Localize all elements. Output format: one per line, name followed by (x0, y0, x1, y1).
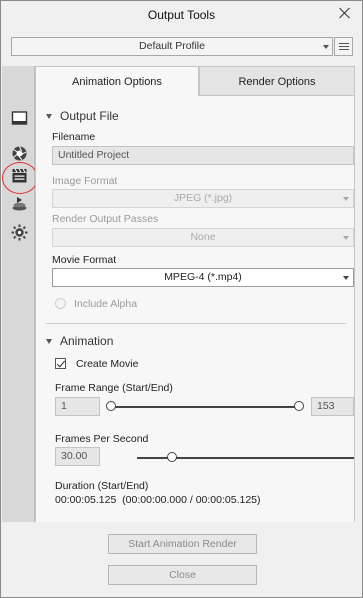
render-passes-label: Render Output Passes (52, 213, 159, 225)
chevron-down-icon (343, 276, 349, 280)
highlight-annotation (2, 162, 38, 194)
section-animation[interactable]: Animation (46, 334, 113, 348)
fps-label: Frames Per Second (55, 433, 149, 445)
hamburger-line (339, 49, 349, 50)
section-animation-title: Animation (60, 334, 114, 348)
frame-start-slider-thumb[interactable] (106, 401, 116, 411)
frame-range-slider-track[interactable] (112, 406, 298, 408)
fps-field[interactable]: 30.00 (55, 447, 100, 466)
image-format-select[interactable]: JPEG (*.jpg) (52, 189, 354, 208)
movie-format-select[interactable]: MPEG-4 (*.mp4) (52, 268, 354, 287)
include-alpha-label: Include Alpha (74, 298, 138, 310)
close-button[interactable]: Close (108, 565, 257, 585)
tab-animation-options[interactable]: Animation Options (35, 66, 199, 96)
tab-bar: Animation Options Render Options (35, 66, 355, 96)
include-alpha-checkbox[interactable] (55, 298, 66, 309)
create-movie-label: Create Movie (76, 358, 139, 370)
output-tools-window: Output Tools Default Profile Animation O… (0, 0, 363, 598)
animation-options-panel: Output File Filename Untitled Project Im… (35, 96, 355, 522)
sidebar (2, 66, 38, 522)
monitor-icon[interactable] (11, 110, 28, 127)
image-format-value: JPEG (*.jpg) (173, 192, 233, 204)
chevron-down-icon (343, 197, 349, 201)
chevron-down-icon (323, 45, 329, 49)
section-output-file-title: Output File (60, 109, 119, 123)
filename-label: Filename (52, 131, 96, 143)
profile-selected-value: Default Profile (139, 40, 205, 52)
section-divider (46, 323, 346, 324)
close-icon[interactable] (337, 5, 353, 21)
hamburger-icon (339, 43, 349, 44)
create-movie-checkbox[interactable] (55, 358, 66, 369)
title-bar: Output Tools (1, 1, 362, 27)
sun-gear-icon[interactable] (11, 224, 28, 241)
image-format-label: Image Format (52, 175, 118, 187)
render-passes-select[interactable]: None (52, 228, 354, 247)
frame-start-field[interactable]: 1 (55, 397, 100, 416)
profile-menu-button[interactable] (334, 37, 353, 56)
movie-format-label: Movie Format (52, 254, 117, 266)
render-stack-icon[interactable] (11, 195, 28, 212)
chevron-down-icon (343, 236, 349, 240)
duration-value: 00:00:05.125 (00:00:00.000 / 00:00:05.12… (55, 494, 261, 506)
frame-end-field[interactable]: 153 (311, 397, 354, 416)
profile-dropdown[interactable]: Default Profile (11, 37, 333, 56)
frame-end-slider-thumb[interactable] (294, 401, 304, 411)
collapse-triangle-icon (46, 114, 52, 120)
render-passes-value: None (190, 231, 216, 243)
section-output-file[interactable]: Output File (46, 109, 119, 123)
tab-render-options[interactable]: Render Options (199, 66, 355, 96)
window-title: Output Tools (147, 8, 216, 22)
hamburger-line (339, 46, 349, 47)
aperture-icon[interactable] (11, 145, 28, 162)
frame-range-label: Frame Range (Start/End) (55, 382, 173, 394)
movie-format-value: MPEG-4 (*.mp4) (164, 271, 242, 283)
fps-slider-thumb[interactable] (167, 452, 177, 462)
duration-label: Duration (Start/End) (55, 480, 149, 492)
collapse-triangle-icon (46, 339, 52, 345)
filename-field[interactable]: Untitled Project (52, 146, 354, 165)
start-animation-render-button[interactable]: Start Animation Render (108, 534, 257, 554)
